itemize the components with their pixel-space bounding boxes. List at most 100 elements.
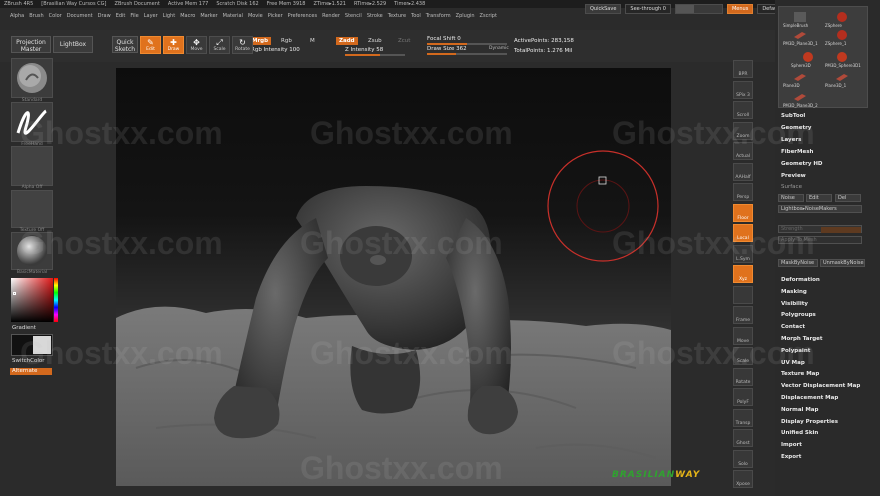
- m-toggle[interactable]: M: [307, 37, 318, 45]
- rgb-intensity-slider[interactable]: Rgb Intensity 100: [251, 46, 300, 54]
- menu-alpha[interactable]: Alpha: [10, 13, 24, 22]
- creature-sculpt: [214, 186, 518, 439]
- shelf-spix-3-button[interactable]: SPix 3: [733, 80, 753, 99]
- shelf-bpr-button[interactable]: BPR: [733, 60, 753, 78]
- menu-export[interactable]: Export: [781, 454, 801, 460]
- menu-geometry-hd[interactable]: Geometry HD: [781, 161, 823, 167]
- menu-polygroups[interactable]: Polygroups: [781, 312, 816, 318]
- menu-marker[interactable]: Marker: [200, 13, 217, 22]
- menu-contact[interactable]: Contact: [781, 324, 805, 330]
- menu-render[interactable]: Render: [322, 13, 340, 22]
- plane-thumb-icon[interactable]: [835, 71, 849, 83]
- menu-preview[interactable]: Preview: [781, 173, 806, 179]
- brush-thumb-icon[interactable]: [793, 11, 807, 23]
- thumb-label: PM3D_Plane3D_2: [783, 103, 818, 108]
- zsphere-thumb-icon[interactable]: [835, 11, 849, 23]
- zadd-toggle[interactable]: Zadd: [336, 37, 358, 45]
- tool-draw-button[interactable]: ✚ Draw: [163, 36, 184, 54]
- zcut-toggle[interactable]: Zcut: [395, 37, 413, 45]
- menu-material[interactable]: Material: [223, 13, 243, 22]
- plane-thumb-icon[interactable]: [793, 91, 807, 103]
- menu-texture-map[interactable]: Texture Map: [781, 371, 819, 377]
- sphere-thumb-icon[interactable]: [835, 51, 849, 63]
- menu-zplugin[interactable]: Zplugin: [456, 13, 475, 22]
- delete-noise-button[interactable]: Del: [835, 194, 861, 202]
- menu-normal-map[interactable]: Normal Map: [781, 407, 818, 413]
- menu-zscript[interactable]: Zscript: [480, 13, 497, 22]
- zsub-toggle[interactable]: Zsub: [365, 37, 385, 45]
- menu-unified-skin[interactable]: Unified Skin: [781, 430, 818, 436]
- shelf-xyz-button[interactable]: Xyz: [733, 265, 753, 283]
- quicksave-button[interactable]: QuickSave: [585, 4, 622, 14]
- menu-import[interactable]: Import: [781, 442, 802, 448]
- lightbox-noisemakers-button[interactable]: Lightbox▸NoiseMakers: [778, 205, 862, 213]
- menu-displacement-map[interactable]: Displacement Map: [781, 395, 838, 401]
- shelf-floor-button[interactable]: Floor: [733, 203, 753, 222]
- menu-deformation[interactable]: Deformation: [781, 277, 820, 283]
- shelf-xpose-button[interactable]: Xpose: [733, 470, 753, 488]
- noise-button[interactable]: Noise: [778, 194, 804, 202]
- seethrough-label[interactable]: See-through 0: [625, 4, 671, 14]
- menu-picker[interactable]: Picker: [268, 13, 283, 22]
- menu-document[interactable]: Document: [67, 13, 93, 22]
- shelf-solo-button[interactable]: Solo: [733, 449, 753, 468]
- alpha-off-button[interactable]: [11, 146, 53, 186]
- menu-masking[interactable]: Masking: [781, 289, 807, 295]
- z-intensity-slider[interactable]: Z Intensity 58: [345, 46, 383, 54]
- color-picker[interactable]: [11, 278, 58, 322]
- shelf-aahalf-button[interactable]: AAHalf: [733, 162, 753, 181]
- edit-noise-button[interactable]: Edit: [806, 194, 832, 202]
- menu-color[interactable]: Color: [49, 13, 62, 22]
- tool-scale-button[interactable]: ⤢ Scale: [209, 36, 230, 54]
- brush-standard-button[interactable]: [11, 58, 53, 98]
- menu-preferences[interactable]: Preferences: [288, 13, 317, 22]
- tool-move-button[interactable]: ✥ Move: [186, 36, 207, 54]
- menu-stencil[interactable]: Stencil: [345, 13, 362, 22]
- seethrough-slider[interactable]: [674, 4, 723, 14]
- shelf-ghost-button[interactable]: Ghost: [733, 429, 753, 447]
- shelf-frame-button[interactable]: Frame: [733, 306, 753, 324]
- thumb-label: ZSphere: [825, 23, 842, 28]
- menu-tool[interactable]: Tool: [411, 13, 421, 22]
- menu-layer[interactable]: Layer: [144, 13, 158, 22]
- sphere-thumb-icon[interactable]: [801, 51, 815, 63]
- menu-edit[interactable]: Edit: [116, 13, 126, 22]
- projection-master-button[interactable]: Projection Master: [11, 36, 51, 53]
- menu-visibility[interactable]: Visibility: [781, 301, 808, 307]
- dynamic-toggle[interactable]: Dynamic: [489, 45, 509, 53]
- hue-strip[interactable]: [54, 278, 58, 322]
- menu-texture[interactable]: Texture: [388, 13, 406, 22]
- menu-vector-displacement-map[interactable]: Vector Displacement Map: [781, 383, 860, 389]
- draw-size-slider[interactable]: Draw Size 362: [427, 45, 467, 53]
- menu-stroke[interactable]: Stroke: [367, 13, 383, 22]
- menus-button[interactable]: Menus: [726, 4, 754, 14]
- plane-thumb-icon[interactable]: [793, 29, 807, 41]
- menu-display-properties[interactable]: Display Properties: [781, 419, 838, 425]
- menu-macro[interactable]: Macro: [180, 13, 195, 22]
- texture-off-button[interactable]: [11, 190, 53, 228]
- seethrough-text: See-through: [630, 6, 662, 12]
- surface-header[interactable]: Surface: [781, 184, 802, 190]
- shelf-blank-button[interactable]: [733, 285, 753, 304]
- menu-brush[interactable]: Brush: [29, 13, 43, 22]
- gradient-label[interactable]: Gradient: [12, 325, 36, 331]
- menu-file[interactable]: File: [130, 13, 138, 22]
- zsphere-thumb-icon[interactable]: [835, 29, 849, 41]
- menu-draw[interactable]: Draw: [98, 13, 111, 22]
- unmask-by-noise-button[interactable]: UnmaskByNoise: [820, 259, 865, 267]
- plane-thumb-icon[interactable]: [793, 71, 807, 83]
- rgb-toggle[interactable]: Rgb: [278, 37, 295, 45]
- menu-transform[interactable]: Transform: [426, 13, 451, 22]
- tool-rotate-button[interactable]: ↻ Rotate: [232, 36, 253, 54]
- draw-size-bar[interactable]: [427, 53, 507, 55]
- lightbox-button[interactable]: LightBox: [53, 36, 93, 53]
- focal-shift-slider[interactable]: Focal Shift 0: [427, 35, 461, 43]
- shelf-transp-button[interactable]: Transp: [733, 408, 753, 427]
- shelf-persp-button[interactable]: Persp: [733, 183, 753, 201]
- menu-light[interactable]: Light: [163, 13, 175, 22]
- z-intensity-bar[interactable]: [345, 54, 405, 56]
- quick-sketch-button[interactable]: Quick Sketch: [112, 36, 138, 53]
- shelf-polyf-button[interactable]: PolyF: [733, 388, 753, 406]
- tool-edit-button[interactable]: ✎ Edit: [140, 36, 161, 54]
- menu-movie[interactable]: Movie: [248, 13, 263, 22]
